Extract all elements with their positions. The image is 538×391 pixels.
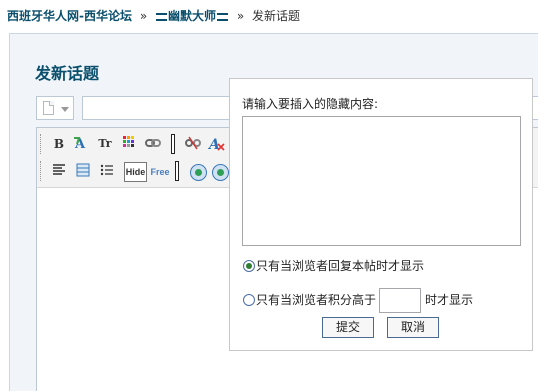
breadcrumb-user-label: 幽默大师 [167,9,216,23]
unlink-icon[interactable] [184,135,202,153]
decoration-bars-icon [155,12,167,21]
hide-content-popup: 请输入要插入的隐藏内容: 只有当浏览者回复本帖时才显示 只有当浏览者积分高于 时才… [229,78,533,351]
breadcrumb-separator: » [139,9,148,23]
toolbar-grip [40,161,43,181]
option-reply-label: 只有当浏览者回复本帖时才显示 [256,259,425,273]
svg-text:A: A [74,137,86,152]
toolbar-separator [171,134,175,154]
option-score-suffix: 时才显示 [425,293,474,307]
bold-button[interactable]: B [50,135,68,153]
hidden-content-textarea[interactable] [242,116,521,246]
breadcrumb-separator: » [236,9,245,23]
chevron-down-icon [61,107,69,112]
decoration-bars-icon [217,12,228,21]
font-color-button[interactable]: A [72,135,90,153]
toolbar-grip [40,134,43,154]
hide-button[interactable]: Hide [124,162,147,182]
option-reply-radio[interactable] [243,260,255,272]
link-icon[interactable] [144,135,162,153]
toolbar-separator [175,161,179,181]
color-grid-icon[interactable] [120,135,138,153]
list-icon[interactable] [98,163,116,181]
option-score-prefix: 只有当浏览者积分高于 [256,293,377,307]
option-reply-row[interactable]: 只有当浏览者回复本帖时才显示 [243,258,424,274]
option-score-row[interactable]: 只有当浏览者积分高于 时才显示 [243,288,473,313]
breadcrumb-current: 发新话题 [252,9,301,23]
score-threshold-input[interactable] [379,288,422,313]
page-title: 发新话题 [35,64,100,83]
free-button[interactable]: Free [149,162,171,182]
cancel-button[interactable]: 取消 [387,317,439,338]
flash-icon[interactable] [212,164,229,181]
hidden-content-label: 请输入要插入的隐藏内容: [242,97,379,111]
table-icon[interactable] [74,163,92,181]
align-left-icon[interactable] [50,163,68,181]
breadcrumb-user-link[interactable]: 幽默大师 [155,9,229,23]
media-icon[interactable] [190,164,207,181]
document-icon [43,101,54,115]
breadcrumb: 西班牙华人网-西华论坛 » 幽默大师 » 发新话题 [7,7,300,25]
submit-button[interactable]: 提交 [322,317,374,338]
clear-format-icon[interactable]: A [207,135,226,153]
option-score-radio[interactable] [243,294,255,306]
breadcrumb-forum-link[interactable]: 西班牙华人网-西华论坛 [7,9,132,23]
topic-type-select[interactable] [36,96,74,120]
font-size-button[interactable]: Tr [96,135,114,153]
